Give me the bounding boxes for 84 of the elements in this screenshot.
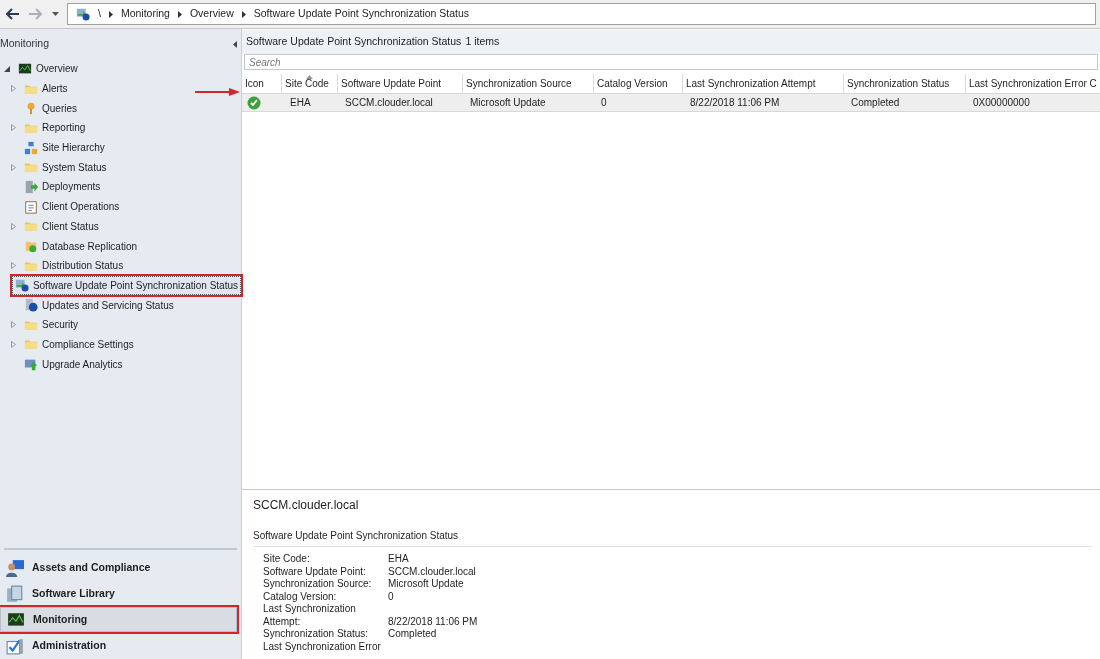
tree-item[interactable]: Site Hierarchy <box>22 138 107 158</box>
hierarchy-icon <box>24 140 38 155</box>
upgrade-icon <box>24 357 38 372</box>
monitor-icon <box>7 610 25 629</box>
table-cell-text: SCCM.clouder.local <box>345 96 433 110</box>
chevron-icon <box>241 10 246 18</box>
field-value: 8/22/2018 11:06 PM <box>388 615 478 627</box>
column-header[interactable]: Synchronization Status <box>844 74 966 93</box>
user-icon <box>6 558 24 577</box>
field-label: Synchronization Status: <box>263 628 370 641</box>
field-value: EHA <box>388 553 409 564</box>
field-value: Completed <box>388 628 437 639</box>
tree-item[interactable]: Client Status <box>22 216 101 236</box>
table-cell-text: 0X00000000 <box>973 96 1030 110</box>
workspace-button[interactable]: Monitoring <box>0 607 237 632</box>
sync-icon <box>14 278 29 293</box>
sync-icon <box>76 7 90 21</box>
column-header[interactable]: Last Synchronization Attempt <box>683 74 844 93</box>
workspace-button[interactable]: Assets and Compliance <box>0 555 241 580</box>
field-value: Microsoft Update <box>388 578 464 589</box>
search-field[interactable]: Search <box>244 54 1098 70</box>
breadcrumb-item[interactable]: Overview <box>189 6 234 22</box>
tree-item[interactable]: Updates and Servicing Status <box>22 295 176 315</box>
table-cell-text: 8/22/2018 11:06 PM <box>690 96 780 110</box>
tree-item[interactable]: Reporting <box>22 118 88 138</box>
column-header[interactable]: Icon <box>242 74 282 93</box>
dropdown-caret-icon <box>52 12 59 16</box>
tree-item[interactable]: Compliance Settings <box>22 334 136 354</box>
tree-item[interactable]: Database Replication <box>22 236 140 256</box>
tree-item[interactable]: Queries <box>22 98 79 118</box>
breadcrumb-item[interactable]: \ <box>98 6 101 22</box>
table-row[interactable]: EHA SCCM.clouder.local Microsoft Update 0 8/22/2018 11:06 PM Completed 0X00000000 <box>242 94 1100 112</box>
tree-item[interactable]: Alerts <box>22 79 70 99</box>
breadcrumb-item[interactable]: Monitoring <box>120 6 170 22</box>
checklist-icon <box>6 636 24 655</box>
column-header[interactable]: Site Code <box>282 74 338 93</box>
table-cell-text: Completed <box>851 96 900 110</box>
address-bar[interactable]: \ Monitoring Overview Software Update Point Synchronization Status <box>67 3 1096 25</box>
table-cell-text: Microsoft Update <box>470 96 546 110</box>
workspace-button[interactable]: Administration <box>0 633 241 658</box>
item-count: 1 items <box>465 34 500 50</box>
column-header[interactable]: Catalog Version <box>594 74 683 93</box>
tree-item[interactable]: Client Operations <box>22 197 122 217</box>
tree-item[interactable]: Software Update Point Synchronization Status <box>11 275 241 295</box>
forward-arrow-icon <box>28 8 42 20</box>
tree-item[interactable]: Deployments <box>22 177 103 197</box>
chevron-icon <box>177 10 182 18</box>
tree-item[interactable]: Upgrade Analytics <box>22 354 125 374</box>
pane-title: Monitoring <box>0 36 50 52</box>
database-icon <box>24 239 38 254</box>
list-title: Software Update Point Synchronization Status <box>246 34 462 50</box>
column-header[interactable]: Last Synchronization Error C <box>966 74 1100 93</box>
chevron-icon <box>108 10 113 18</box>
field-label: Site Code: <box>263 553 311 566</box>
workspace-button[interactable]: Software Library <box>0 581 241 606</box>
field-label: Catalog Version: <box>263 590 338 603</box>
field-label: Last Synchronization Error <box>263 640 381 653</box>
column-header[interactable]: Synchronization Source <box>463 74 594 93</box>
expander-icon[interactable] <box>4 65 10 72</box>
back-arrow-icon <box>6 8 20 20</box>
tree-item[interactable]: Overview <box>36 61 78 77</box>
monitor-icon <box>18 61 32 76</box>
deploy-icon <box>24 179 38 194</box>
field-value: SCCM.clouder.local <box>388 565 476 577</box>
tree-item[interactable]: Distribution Status <box>22 256 126 276</box>
annotation-arrow <box>195 88 240 96</box>
column-header[interactable]: Software Update Point <box>338 74 463 93</box>
table-cell-text: 0 <box>601 96 607 110</box>
info-icon <box>24 298 38 313</box>
field-value: 0 <box>388 590 394 602</box>
field-label: Last Synchronization Attempt: <box>263 603 357 628</box>
details-title: SCCM.clouder.local <box>253 497 360 514</box>
section-title: Software Update Point Synchronization Status <box>253 528 1092 547</box>
tree-item[interactable]: System Status <box>22 157 109 177</box>
clipboard-icon <box>24 199 38 214</box>
field-label: Synchronization Source: <box>263 578 373 591</box>
breadcrumb-item[interactable]: Software Update Point Synchronization Status <box>253 6 470 22</box>
sort-arrow-icon <box>306 75 313 79</box>
field-label: Software Update Point: <box>263 565 367 578</box>
library-icon <box>6 584 24 603</box>
tree-item[interactable]: Security <box>22 315 81 335</box>
collapse-icon[interactable] <box>233 40 237 48</box>
table-cell-text: EHA <box>290 96 311 110</box>
back-button[interactable] <box>4 8 22 20</box>
